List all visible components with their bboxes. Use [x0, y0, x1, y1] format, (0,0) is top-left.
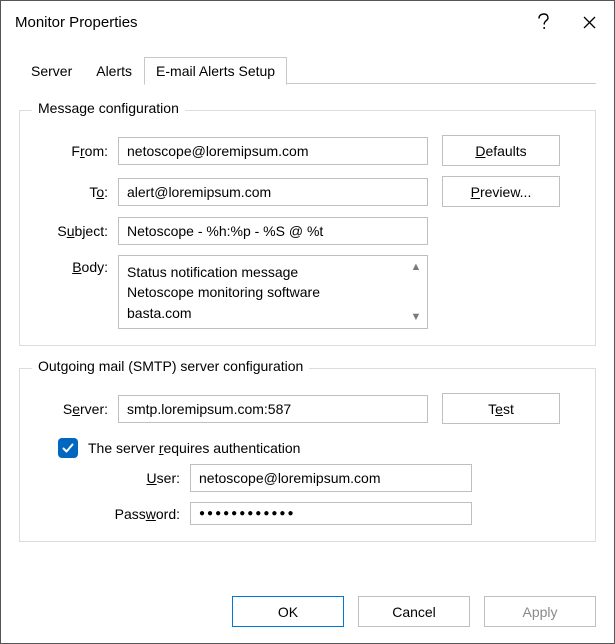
close-icon — [583, 16, 596, 29]
cancel-button[interactable]: Cancel — [358, 596, 470, 627]
titlebar: Monitor Properties — [1, 1, 614, 43]
scroll-down-icon[interactable]: ▼ — [405, 306, 427, 328]
from-label: From: — [36, 143, 118, 159]
close-button[interactable] — [566, 2, 612, 42]
user-input[interactable] — [190, 464, 472, 492]
body-scrollbar[interactable]: ▲ ▼ — [405, 256, 427, 328]
help-button[interactable] — [520, 2, 566, 42]
dialog-buttons: OK Cancel Apply — [1, 586, 614, 643]
message-config-group: Message configuration From: Defaults To:… — [19, 110, 596, 346]
preview-button[interactable]: Preview... — [442, 176, 560, 207]
password-label: Password: — [58, 506, 190, 522]
smtp-config-group: Outgoing mail (SMTP) server configuratio… — [19, 368, 596, 542]
defaults-button[interactable]: Defaults — [442, 135, 560, 166]
ok-button[interactable]: OK — [232, 596, 344, 627]
tab-server[interactable]: Server — [19, 57, 84, 84]
dialog-window: Monitor Properties Server Alerts E-mail … — [0, 0, 615, 644]
password-input[interactable] — [190, 502, 472, 525]
body-label: Body: — [36, 255, 118, 275]
server-label: Server: — [36, 401, 118, 417]
scroll-up-icon[interactable]: ▲ — [405, 256, 427, 278]
test-button[interactable]: Test — [442, 393, 560, 424]
subject-label: Subject: — [36, 223, 118, 239]
server-input[interactable] — [118, 395, 428, 423]
tab-alerts[interactable]: Alerts — [84, 57, 144, 84]
message-config-title: Message configuration — [32, 100, 185, 116]
smtp-config-title: Outgoing mail (SMTP) server configuratio… — [32, 358, 309, 374]
apply-button: Apply — [484, 596, 596, 627]
auth-checkbox-label[interactable]: The server requires authentication — [88, 440, 300, 456]
to-input[interactable] — [118, 178, 428, 206]
auth-checkbox[interactable] — [58, 438, 78, 458]
from-input[interactable] — [118, 137, 428, 165]
user-label: User: — [58, 470, 190, 486]
tab-email-alerts-setup[interactable]: E-mail Alerts Setup — [144, 57, 287, 85]
window-title: Monitor Properties — [15, 14, 520, 31]
check-icon — [61, 441, 75, 455]
tab-panel: Message configuration From: Defaults To:… — [1, 84, 614, 586]
body-textarea[interactable] — [119, 256, 405, 328]
tabstrip: Server Alerts E-mail Alerts Setup — [1, 43, 614, 84]
subject-input[interactable] — [118, 217, 428, 245]
help-icon — [537, 13, 549, 31]
to-label: To: — [36, 184, 118, 200]
